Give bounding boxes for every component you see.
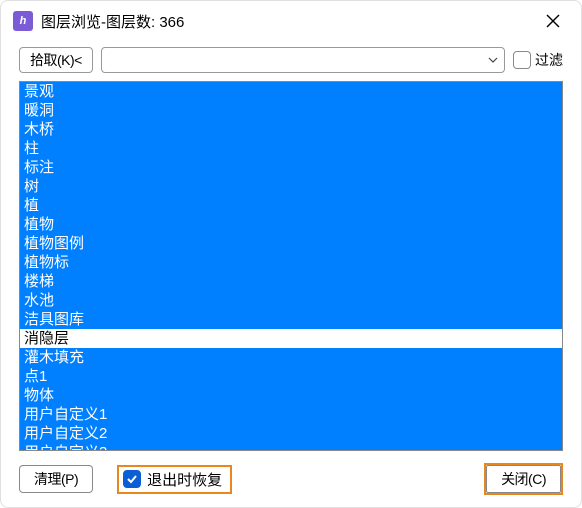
filter-checkbox[interactable]: [513, 51, 531, 69]
restore-label: 退出时恢复: [147, 469, 222, 490]
filter-combobox[interactable]: [101, 47, 505, 73]
list-item[interactable]: 用户自定义1: [20, 405, 562, 424]
list-item[interactable]: 楼梯: [20, 272, 562, 291]
list-item[interactable]: 点1: [20, 367, 562, 386]
toolbar: 拾取(K)< 过滤: [1, 41, 581, 79]
list-item[interactable]: 柱: [20, 139, 562, 158]
list-item[interactable]: 植物: [20, 215, 562, 234]
list-item[interactable]: 灌木填充: [20, 348, 562, 367]
layer-list-container: 景观暖洞木桥柱标注树植植物植物图例植物标楼梯水池洁具图库消隐层灌木填充点1物体用…: [19, 81, 563, 451]
list-item[interactable]: 木桥: [20, 120, 562, 139]
list-item[interactable]: 树: [20, 177, 562, 196]
layer-listbox[interactable]: 景观暖洞木桥柱标注树植植物植物图例植物标楼梯水池洁具图库消隐层灌木填充点1物体用…: [20, 82, 562, 450]
titlebar: h 图层浏览-图层数: 366: [1, 1, 581, 41]
restore-on-exit-group[interactable]: 退出时恢复: [117, 465, 232, 494]
list-item[interactable]: 暖洞: [20, 101, 562, 120]
footer: 清理(P) 退出时恢复 关闭(C): [1, 457, 581, 507]
list-item[interactable]: 用户自定义3: [20, 443, 562, 450]
list-item[interactable]: 植物图例: [20, 234, 562, 253]
filter-toggle[interactable]: 过滤: [513, 50, 563, 70]
chevron-down-icon: [488, 52, 498, 68]
filter-label: 过滤: [535, 50, 563, 70]
list-item[interactable]: 景观: [20, 82, 562, 101]
pick-button[interactable]: 拾取(K)<: [19, 47, 93, 73]
list-item[interactable]: 标注: [20, 158, 562, 177]
close-icon: [546, 14, 560, 28]
window-close-button[interactable]: [537, 5, 569, 37]
close-button-highlight: 关闭(C): [484, 463, 563, 495]
list-item[interactable]: 水池: [20, 291, 562, 310]
window-title: 图层浏览-图层数: 366: [41, 11, 184, 32]
dialog-window: h 图层浏览-图层数: 366 拾取(K)< 过滤 景观暖洞木桥柱标注树植植物植…: [0, 0, 582, 508]
list-item[interactable]: 植: [20, 196, 562, 215]
check-icon: [126, 473, 138, 485]
list-item[interactable]: 洁具图库: [20, 310, 562, 329]
list-item[interactable]: 物体: [20, 386, 562, 405]
list-item[interactable]: 用户自定义2: [20, 424, 562, 443]
restore-checkbox[interactable]: [123, 470, 141, 488]
list-item[interactable]: 植物标: [20, 253, 562, 272]
clean-button[interactable]: 清理(P): [19, 465, 93, 493]
list-item[interactable]: 消隐层: [20, 329, 562, 348]
app-icon: h: [13, 11, 33, 31]
close-button[interactable]: 关闭(C): [486, 465, 561, 493]
